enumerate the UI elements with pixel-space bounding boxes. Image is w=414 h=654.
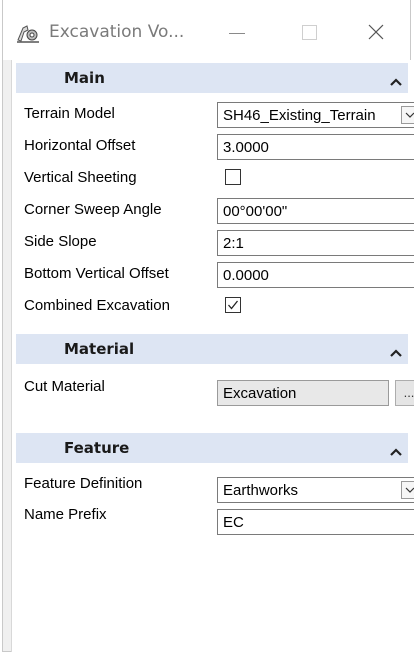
- chevron-down-icon[interactable]: [401, 481, 414, 499]
- chevron-up-icon[interactable]: [390, 73, 402, 91]
- cut-material-field[interactable]: Excavation: [217, 380, 389, 406]
- corner-sweep-angle-label: Corner Sweep Angle: [24, 201, 162, 218]
- bottom-vertical-offset-input[interactable]: 0.0000: [217, 262, 414, 288]
- terrain-model-value: SH46_Existing_Terrain: [223, 107, 376, 124]
- excavation-tool-icon: [15, 22, 41, 44]
- chevron-up-icon[interactable]: [390, 443, 402, 461]
- combined-excavation-checkbox[interactable]: [225, 297, 241, 313]
- chevron-up-icon[interactable]: [390, 344, 402, 362]
- combined-excavation-label: Combined Excavation: [24, 297, 170, 314]
- title-bar[interactable]: Excavation Vo...: [3, 0, 410, 60]
- close-icon[interactable]: [356, 16, 400, 48]
- feature-definition-label: Feature Definition: [24, 475, 143, 492]
- feature-definition-dropdown[interactable]: Earthworks: [217, 477, 414, 503]
- section-header-material[interactable]: Material: [16, 334, 408, 364]
- window-title: Excavation Vo...: [49, 22, 185, 42]
- section-title-feature: Feature: [64, 439, 130, 457]
- vertical-sheeting-checkbox[interactable]: [225, 169, 241, 185]
- section-header-main[interactable]: Main: [16, 63, 408, 93]
- maximize-icon[interactable]: [289, 16, 333, 48]
- cut-material-label: Cut Material: [24, 378, 105, 395]
- minimize-icon[interactable]: [217, 16, 261, 48]
- horizontal-offset-label: Horizontal Offset: [24, 137, 136, 154]
- browse-button[interactable]: ...: [395, 380, 414, 406]
- corner-sweep-angle-input[interactable]: 00°00'00": [217, 198, 414, 224]
- vertical-sheeting-label: Vertical Sheeting: [24, 169, 137, 186]
- chevron-down-icon[interactable]: [401, 106, 414, 124]
- section-title-main: Main: [64, 69, 105, 87]
- properties-panel: Main Terrain Model SH46_Existing_Terrain…: [11, 60, 414, 652]
- name-prefix-label: Name Prefix: [24, 506, 107, 523]
- excavation-dialog: Excavation Vo... Main Terrain Model SH46…: [2, 0, 414, 652]
- side-slope-input[interactable]: 2:1: [217, 230, 414, 256]
- section-header-feature[interactable]: Feature: [16, 433, 408, 463]
- terrain-model-dropdown[interactable]: SH46_Existing_Terrain: [217, 102, 414, 128]
- checkmark-icon: [228, 300, 239, 310]
- side-slope-label: Side Slope: [24, 233, 97, 250]
- feature-definition-value: Earthworks: [223, 482, 299, 499]
- section-title-material: Material: [64, 340, 135, 358]
- name-prefix-input[interactable]: EC: [217, 509, 414, 535]
- horizontal-offset-input[interactable]: 3.0000: [217, 134, 414, 160]
- bottom-vertical-offset-label: Bottom Vertical Offset: [24, 265, 169, 282]
- terrain-model-label: Terrain Model: [24, 105, 115, 122]
